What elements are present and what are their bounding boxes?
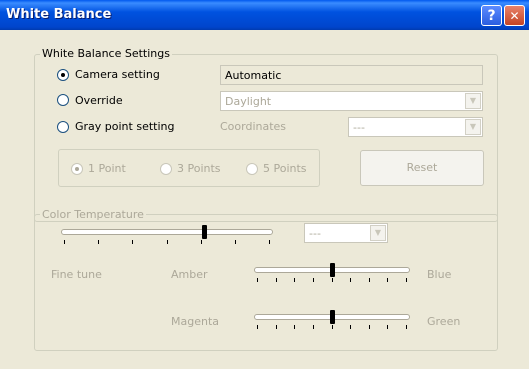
color-temperature-dropdown-value: --- bbox=[309, 227, 321, 240]
slider-thumb[interactable] bbox=[330, 310, 335, 324]
slider-tick bbox=[350, 278, 351, 282]
five-points-radio[interactable] bbox=[246, 163, 258, 175]
one-point-radio[interactable] bbox=[71, 163, 83, 175]
slider-tick bbox=[406, 278, 407, 282]
slider-tick bbox=[269, 240, 270, 244]
slider-thumb[interactable] bbox=[330, 263, 335, 277]
slider-tick bbox=[294, 278, 295, 282]
fine-tune-label: Fine tune bbox=[51, 268, 102, 281]
slider-ticks bbox=[61, 240, 273, 245]
gray-point-label: Gray point setting bbox=[75, 120, 175, 133]
radio-selected-dot bbox=[61, 73, 65, 77]
green-label: Green bbox=[427, 315, 461, 328]
three-points-radio[interactable] bbox=[160, 163, 172, 175]
slider-tick bbox=[167, 240, 168, 244]
amber-label: Amber bbox=[171, 268, 208, 281]
coordinates-label: Coordinates bbox=[220, 120, 287, 133]
camera-setting-value: Automatic bbox=[225, 69, 282, 82]
reset-button[interactable]: Reset bbox=[360, 150, 484, 186]
help-button[interactable]: ? bbox=[481, 5, 502, 26]
blue-label: Blue bbox=[427, 268, 452, 281]
slider-tick bbox=[369, 325, 370, 329]
slider-tick bbox=[332, 278, 333, 282]
slider-tick bbox=[387, 278, 388, 282]
slider-tick bbox=[387, 325, 388, 329]
slider-tick bbox=[257, 325, 258, 329]
slider-tick bbox=[332, 325, 333, 329]
dialog-body: White Balance Settings Camera setting Au… bbox=[6, 30, 523, 369]
white-balance-settings-legend: White Balance Settings bbox=[40, 47, 172, 60]
chevron-down-icon: ▼ bbox=[370, 225, 386, 241]
slider-tick bbox=[276, 278, 277, 282]
override-dropdown[interactable]: Daylight ▼ bbox=[220, 91, 483, 111]
slider-tick bbox=[276, 325, 277, 329]
slider-tick bbox=[294, 325, 295, 329]
chevron-down-icon: ▼ bbox=[465, 93, 481, 109]
camera-setting-label: Camera setting bbox=[75, 68, 160, 81]
three-points-label: 3 Points bbox=[177, 162, 221, 175]
reset-button-label: Reset bbox=[406, 161, 438, 174]
slider-tick bbox=[64, 240, 65, 244]
camera-setting-value-field: Automatic bbox=[220, 65, 483, 85]
slider-ticks bbox=[254, 325, 410, 330]
slider-tick bbox=[406, 325, 407, 329]
gray-point-radio[interactable] bbox=[57, 121, 69, 133]
window-title: White Balance bbox=[6, 7, 112, 22]
override-radio[interactable] bbox=[57, 94, 69, 106]
five-points-label: 5 Points bbox=[263, 162, 307, 175]
help-icon: ? bbox=[487, 8, 496, 24]
override-dropdown-value: Daylight bbox=[225, 95, 272, 108]
one-point-label: 1 Point bbox=[88, 162, 126, 175]
camera-setting-radio[interactable] bbox=[57, 69, 69, 81]
chevron-down-icon: ▼ bbox=[465, 119, 481, 135]
close-button[interactable]: ✕ bbox=[504, 5, 525, 26]
slider-track bbox=[61, 229, 273, 235]
slider-tick bbox=[313, 325, 314, 329]
color-temperature-legend: Color Temperature bbox=[40, 208, 146, 221]
slider-tick bbox=[132, 240, 133, 244]
slider-tick bbox=[98, 240, 99, 244]
coordinates-dropdown-value: --- bbox=[353, 121, 365, 134]
slider-tick bbox=[313, 278, 314, 282]
slider-ticks bbox=[254, 278, 410, 283]
title-bar: White Balance ? ✕ bbox=[0, 0, 529, 30]
color-temperature-slider[interactable] bbox=[61, 225, 273, 247]
amber-blue-slider[interactable] bbox=[254, 263, 410, 285]
slider-tick bbox=[257, 278, 258, 282]
slider-tick bbox=[201, 240, 202, 244]
slider-tick bbox=[350, 325, 351, 329]
slider-tick bbox=[369, 278, 370, 282]
radio-selected-dot bbox=[75, 167, 79, 171]
magenta-label: Magenta bbox=[171, 315, 220, 328]
color-temperature-dropdown[interactable]: --- ▼ bbox=[304, 223, 388, 243]
magenta-green-slider[interactable] bbox=[254, 310, 410, 332]
slider-tick bbox=[235, 240, 236, 244]
override-label: Override bbox=[75, 94, 123, 107]
slider-thumb[interactable] bbox=[202, 225, 207, 239]
coordinates-dropdown[interactable]: --- ▼ bbox=[348, 117, 483, 137]
close-icon: ✕ bbox=[509, 9, 520, 23]
